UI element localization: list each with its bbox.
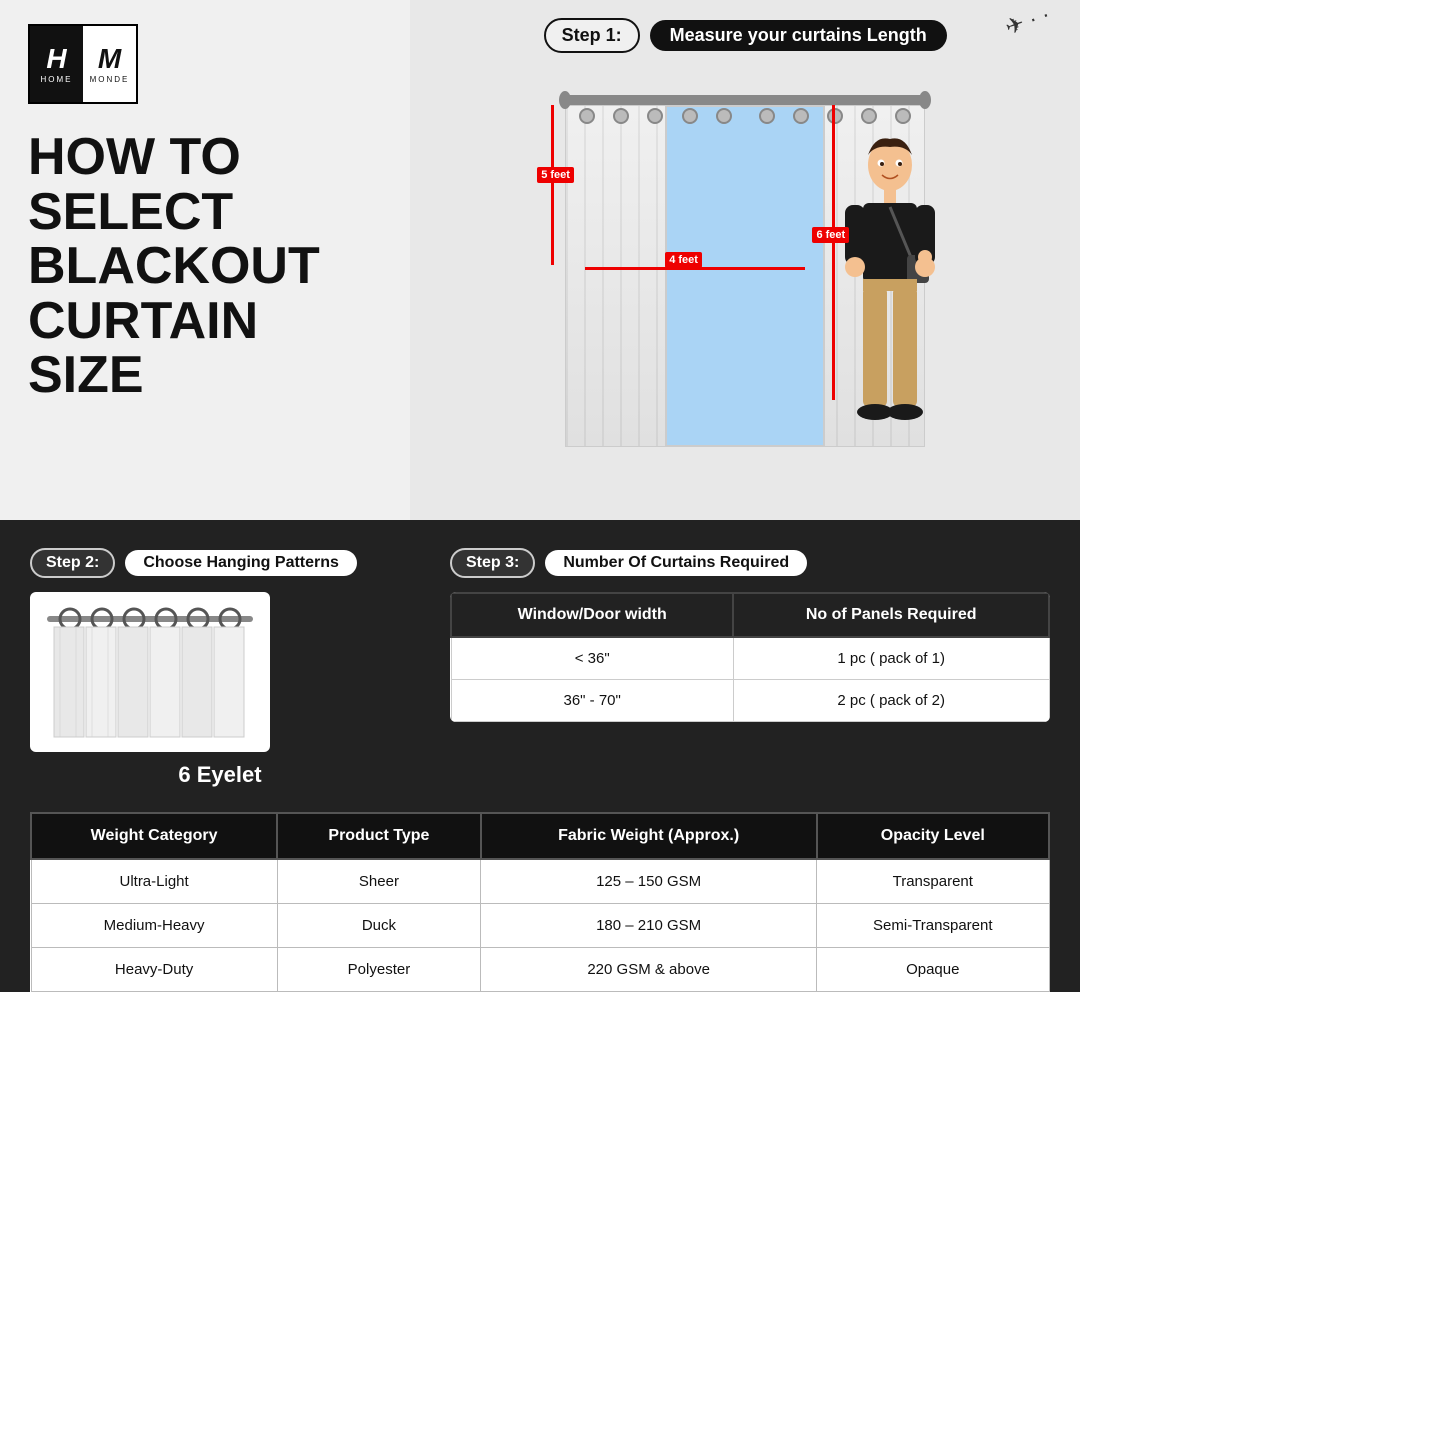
bottom-section: Step 2: Choose Hanging Patterns [0, 520, 1080, 992]
info-table-row: Medium-HeavyDuck180 – 210 GSMSemi-Transp… [31, 904, 1049, 948]
panel-width-cell: < 36" [451, 637, 733, 680]
logo-left-sub: HOME [41, 75, 73, 84]
dim-line-6ft [832, 105, 835, 400]
eyelet [793, 108, 809, 124]
eyelets-left [566, 106, 745, 126]
steps-row: Step 2: Choose Hanging Patterns [30, 548, 1050, 788]
eyelet-svg [40, 597, 260, 747]
step1-description: Measure your curtains Length [650, 20, 947, 51]
logo-box: H HOME M MONDE [28, 24, 138, 104]
info-table-cell: Transparent [817, 859, 1049, 904]
step2-area: Step 2: Choose Hanging Patterns [30, 548, 410, 788]
step2-badge-row: Step 2: Choose Hanging Patterns [30, 548, 410, 578]
info-table-row: Ultra-LightSheer125 – 150 GSMTransparent [31, 859, 1049, 904]
eyelet [613, 108, 629, 124]
curtain-rod [565, 95, 925, 105]
step2-description: Choose Hanging Patterns [125, 550, 357, 576]
logo-left: H HOME [30, 26, 83, 102]
eyelet [895, 108, 911, 124]
curtain-illustration: 5 feet 4 feet 6 feet [535, 67, 955, 447]
info-table-th: Opacity Level [817, 813, 1049, 859]
eyelet-label: 6 Eyelet [30, 762, 410, 788]
panel-count-cell: 1 pc ( pack of 1) [733, 637, 1049, 680]
logo-right: M MONDE [83, 26, 136, 102]
eyelet [579, 108, 595, 124]
eyelet [647, 108, 663, 124]
info-table-header-row: Weight CategoryProduct TypeFabric Weight… [31, 813, 1049, 859]
step2-label: Step 2: [30, 548, 115, 578]
info-table-cell: Heavy-Duty [31, 948, 277, 992]
person-illustration [835, 127, 945, 447]
logo-left-letter: H [46, 45, 66, 73]
top-section: H HOME M MONDE HOW TO SELECT BLACKOUT CU… [0, 0, 1080, 520]
eyelet [716, 108, 732, 124]
step3-description: Number Of Curtains Required [545, 550, 807, 576]
panel-table-row: 36" - 70"2 pc ( pack of 2) [451, 680, 1049, 722]
step3-area: Step 3: Number Of Curtains Required Wind… [450, 548, 1050, 788]
info-table-cell: Medium-Heavy [31, 904, 277, 948]
info-table-wrapper: Weight CategoryProduct TypeFabric Weight… [30, 812, 1050, 992]
main-title: HOW TO SELECT BLACKOUT CURTAIN SIZE [28, 130, 382, 403]
eyelet-illustration-box [30, 592, 270, 752]
info-table-th: Fabric Weight (Approx.) [481, 813, 817, 859]
info-table-cell: 125 – 150 GSM [481, 859, 817, 904]
eyelet [759, 108, 775, 124]
info-table-cell: Semi-Transparent [817, 904, 1049, 948]
panel-table: Window/Door width No of Panels Required … [450, 592, 1050, 722]
eyelet [861, 108, 877, 124]
dim-label-4ft: 4 feet [665, 252, 702, 268]
panel-table-col2-header: No of Panels Required [733, 593, 1049, 637]
right-panel: ✈ · · Step 1: Measure your curtains Leng… [410, 0, 1080, 520]
info-table-cell: 180 – 210 GSM [481, 904, 817, 948]
step3-badge-row: Step 3: Number Of Curtains Required [450, 548, 1050, 578]
panel-width-cell: 36" - 70" [451, 680, 733, 722]
info-table-th: Product Type [277, 813, 481, 859]
info-table-cell: Duck [277, 904, 481, 948]
panel-table-row: < 36"1 pc ( pack of 1) [451, 637, 1049, 680]
info-table-row: Heavy-DutyPolyester220 GSM & aboveOpaque [31, 948, 1049, 992]
logo-right-sub: MONDE [90, 75, 130, 84]
eyelet [682, 108, 698, 124]
info-table-th: Weight Category [31, 813, 277, 859]
info-table-cell: Sheer [277, 859, 481, 904]
dim-label-5ft: 5 feet [537, 167, 574, 183]
info-table-cell: Polyester [277, 948, 481, 992]
panel-table-col1-header: Window/Door width [451, 593, 733, 637]
dim-line-5ft [551, 105, 554, 265]
info-table-cell: Ultra-Light [31, 859, 277, 904]
info-table: Weight CategoryProduct TypeFabric Weight… [30, 812, 1050, 992]
left-panel: H HOME M MONDE HOW TO SELECT BLACKOUT CU… [0, 0, 410, 520]
info-table-cell: 220 GSM & above [481, 948, 817, 992]
panel-count-cell: 2 pc ( pack of 2) [733, 680, 1049, 722]
step3-label: Step 3: [450, 548, 535, 578]
info-table-cell: Opaque [817, 948, 1049, 992]
step1-label: Step 1: [544, 18, 640, 53]
dim-label-6ft: 6 feet [812, 227, 849, 243]
decorative-birds: ✈ · · [1002, 1, 1053, 41]
window-frame [665, 105, 825, 447]
step1-badge: Step 1: Measure your curtains Length [544, 18, 947, 53]
logo-right-letter: M [98, 45, 121, 73]
